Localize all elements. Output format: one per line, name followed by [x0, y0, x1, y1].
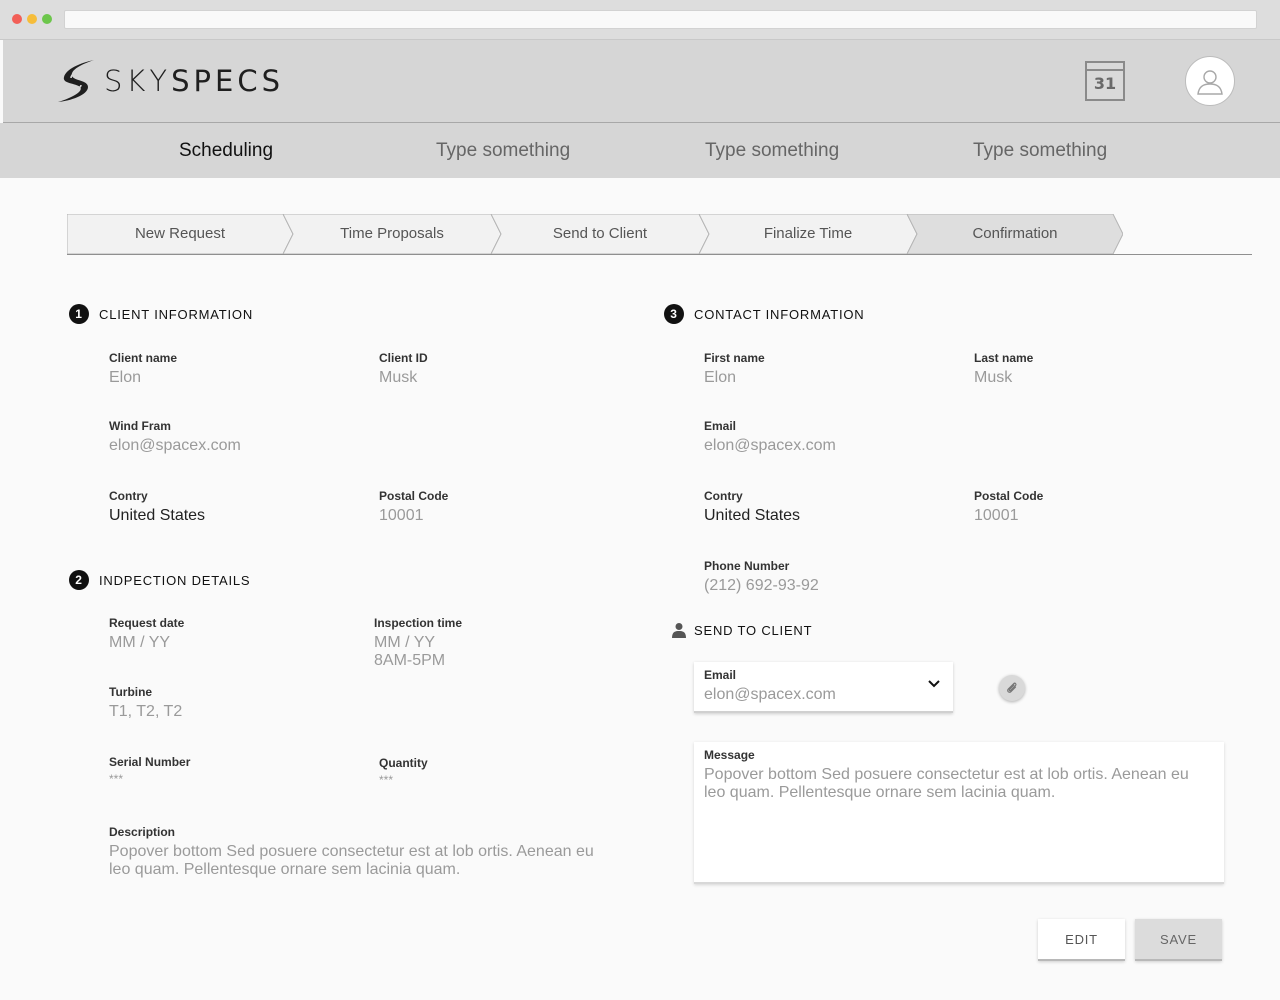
calendar-icon[interactable]: 31 — [1085, 61, 1125, 101]
step-time-proposals[interactable]: Time Proposals — [283, 214, 501, 254]
skyspecs-logo[interactable]: SKYSPECS — [54, 56, 284, 106]
step-new-request[interactable]: New Request — [67, 214, 293, 254]
paperclip-icon — [1007, 682, 1017, 693]
nav-tab-scheduling[interactable]: Scheduling — [179, 140, 273, 162]
window-maximize-dot[interactable] — [42, 14, 52, 24]
section-number-badge: 2 — [69, 570, 89, 590]
step-send-to-client[interactable]: Send to Client — [491, 214, 709, 254]
window-close-dot[interactable] — [12, 14, 22, 24]
turbine-field[interactable]: Turbine T1, T2, T2 — [109, 685, 182, 721]
inspection-details-heading: 2 INDPECTION DETAILS — [69, 570, 250, 590]
contact-postal-code-field[interactable]: Postal Code 10001 — [974, 489, 1043, 525]
serial-number-field[interactable]: Serial Number *** — [109, 755, 190, 785]
section-number-badge: 1 — [69, 304, 89, 324]
quantity-field[interactable]: Quantity *** — [379, 756, 428, 786]
save-button[interactable]: SAVE — [1135, 919, 1222, 961]
main-nav: Scheduling Type something Type something… — [0, 123, 1280, 178]
contact-information-heading: 3 CONTACT INFORMATION — [664, 304, 864, 324]
browser-chrome — [0, 0, 1280, 40]
step-confirmation[interactable]: Confirmation — [907, 214, 1123, 254]
message-textarea[interactable]: Message Popover bottom Sed posuere conse… — [694, 742, 1224, 884]
calendar-day-number: 31 — [1093, 74, 1117, 93]
window-minimize-dot[interactable] — [27, 14, 37, 24]
address-bar[interactable] — [64, 10, 1257, 29]
nav-tab-3[interactable]: Type something — [705, 140, 839, 162]
section-number-badge: 3 — [664, 304, 684, 324]
nav-tab-4[interactable]: Type something — [973, 140, 1107, 162]
contact-country-field[interactable]: Contry United States — [704, 489, 800, 525]
inspection-time-field[interactable]: Inspection time MM / YY 8AM-5PM — [374, 616, 462, 670]
wind-farm-field[interactable]: Wind Fram elon@spacex.com — [109, 419, 241, 455]
logo-mark-icon — [58, 60, 94, 102]
step-finalize-time[interactable]: Finalize Time — [699, 214, 917, 254]
request-date-field[interactable]: Request date MM / YY — [109, 616, 184, 652]
client-country-field[interactable]: Contry United States — [109, 489, 205, 525]
app-header: SKYSPECS 31 — [3, 40, 1280, 123]
description-field[interactable]: Description Popover bottom Sed posuere c… — [109, 825, 609, 879]
contact-email-field[interactable]: Email elon@spacex.com — [704, 419, 836, 455]
client-id-field[interactable]: Client ID Musk — [379, 351, 428, 387]
send-email-select[interactable]: Email elon@spacex.com — [694, 662, 953, 713]
last-name-field[interactable]: Last name Musk — [974, 351, 1033, 387]
send-to-client-heading: SEND TO CLIENT — [672, 622, 812, 638]
progress-stepper: New Request Time Proposals Send to Clien… — [67, 214, 1252, 255]
person-icon — [672, 623, 686, 638]
nav-tab-2[interactable]: Type something — [436, 140, 570, 162]
client-name-field[interactable]: Client name Elon — [109, 351, 177, 387]
logo-wordmark: SKYSPECS — [104, 64, 285, 98]
first-name-field[interactable]: First name Elon — [704, 351, 765, 387]
attach-button[interactable] — [999, 675, 1025, 701]
phone-number-field[interactable]: Phone Number (212) 692-93-92 — [704, 559, 819, 595]
chevron-down-icon[interactable] — [928, 680, 940, 688]
client-postal-code-field[interactable]: Postal Code 10001 — [379, 489, 448, 525]
user-avatar-icon[interactable] — [1185, 56, 1235, 106]
edit-button[interactable]: EDIT — [1038, 919, 1125, 961]
client-information-heading: 1 CLIENT INFORMATION — [69, 304, 253, 324]
